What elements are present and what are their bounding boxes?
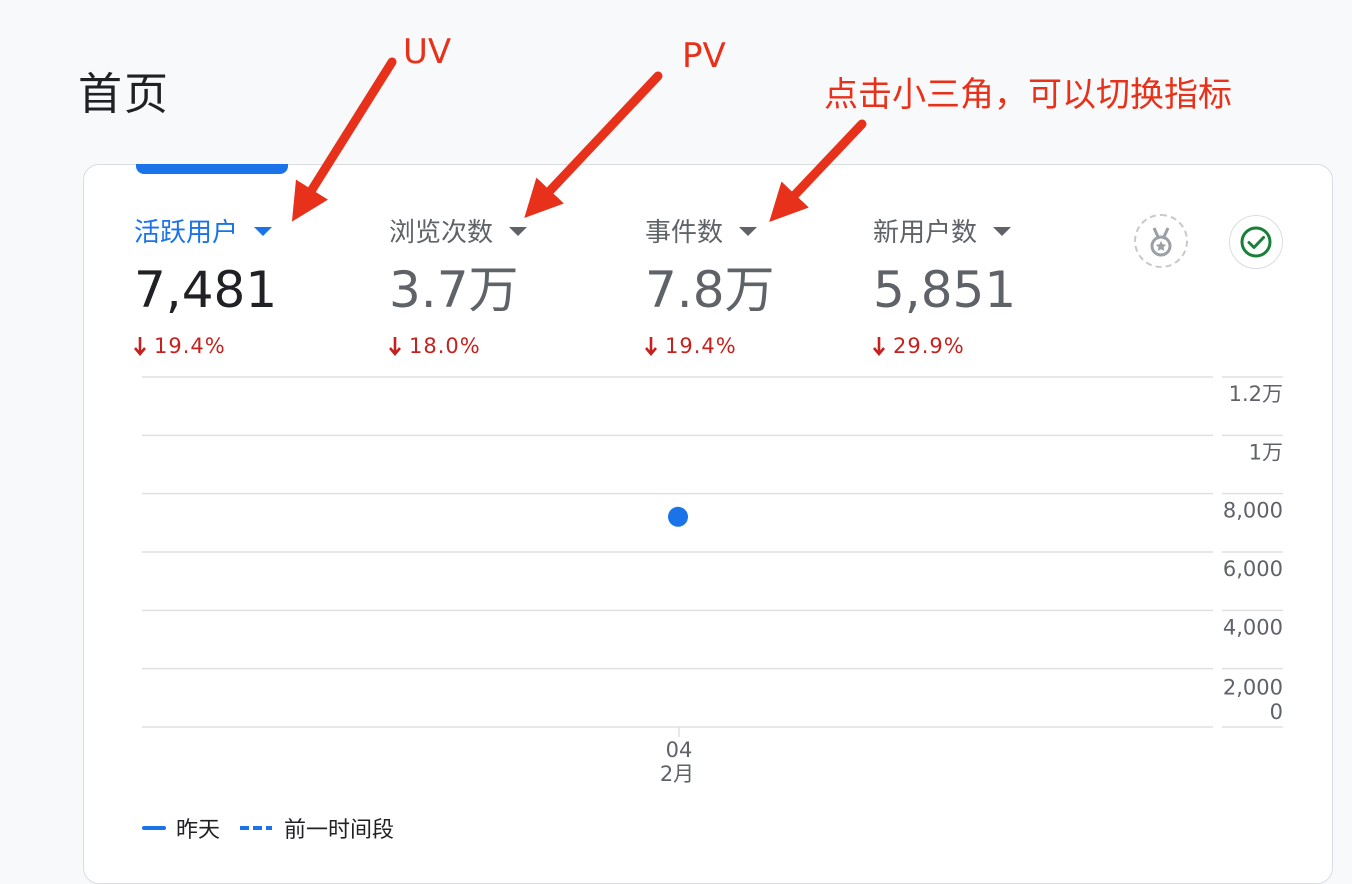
annotation-arrows	[291, 57, 867, 222]
annotation-pv: PV	[682, 36, 726, 76]
pv-arrow-icon	[524, 71, 663, 219]
hint-arrow-icon	[769, 119, 867, 222]
uv-arrow-icon	[291, 57, 397, 222]
annotation-hint: 点击小三角，可以切换指标	[824, 75, 1232, 115]
annotation-uv: UV	[403, 32, 452, 72]
